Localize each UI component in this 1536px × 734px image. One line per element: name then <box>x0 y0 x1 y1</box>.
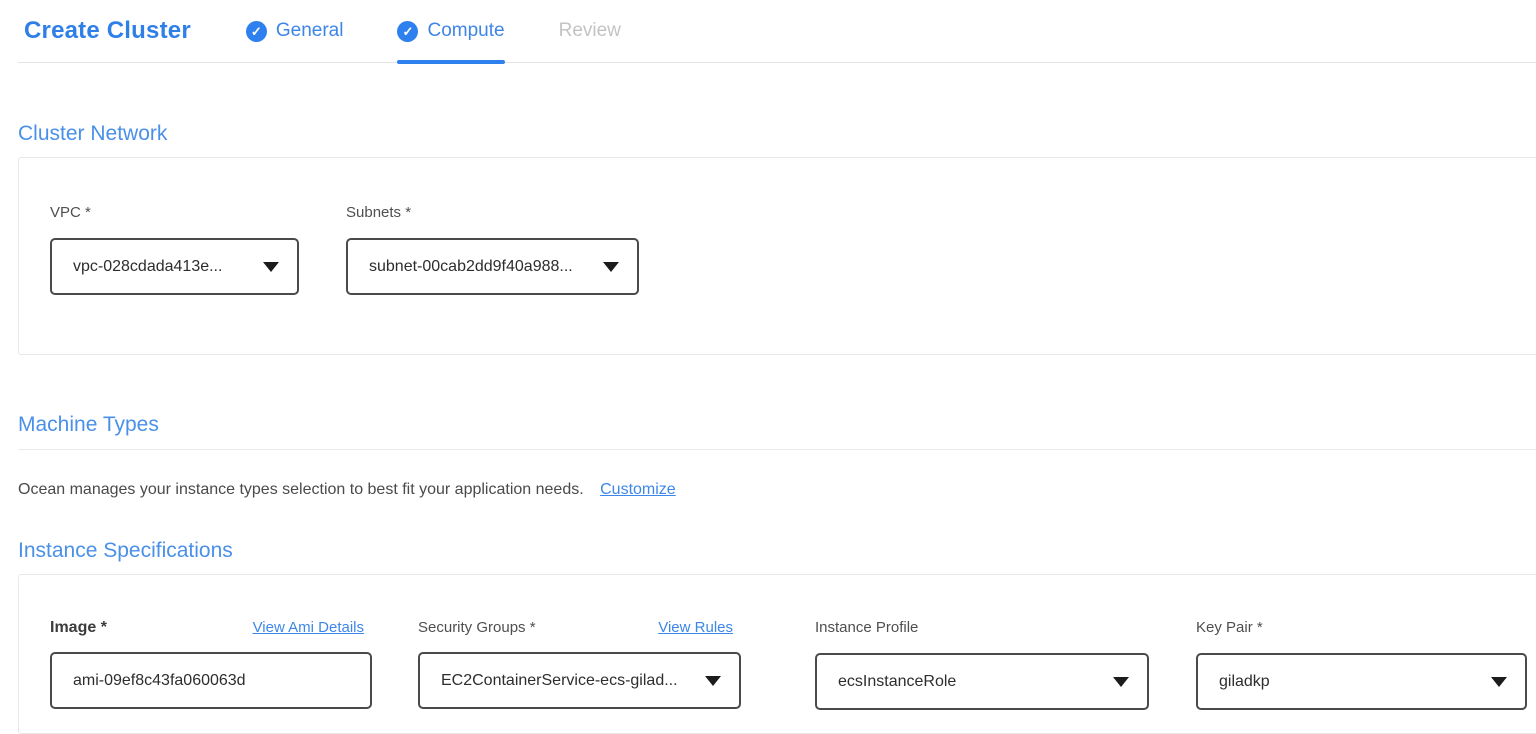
tab-review[interactable]: Review <box>559 0 621 62</box>
machine-types-description-text: Ocean manages your instance types select… <box>18 481 584 498</box>
tab-compute-label: Compute <box>427 20 504 42</box>
create-cluster-page: Create Cluster ✓ General ✓ Compute Revie… <box>0 0 1536 734</box>
subnets-select[interactable]: subnet-00cab2dd9f40a988... <box>346 238 639 295</box>
chevron-down-icon <box>1113 677 1129 687</box>
subnets-select-value: subnet-00cab2dd9f40a988... <box>369 258 573 276</box>
vpc-field: VPC * vpc-028cdada413e... <box>50 204 299 295</box>
subnets-label: Subnets * <box>346 204 639 222</box>
view-ami-details-link[interactable]: View Ami Details <box>253 619 364 637</box>
tab-general-label: General <box>276 20 344 42</box>
image-field: Image * View Ami Details <box>50 619 372 709</box>
tab-compute[interactable]: ✓ Compute <box>397 0 504 62</box>
instance-profile-field: Instance Profile ecsInstanceRole <box>815 619 1149 710</box>
instance-specifications-title: Instance Specifications <box>18 538 1536 564</box>
check-circle-icon: ✓ <box>246 21 267 42</box>
instance-specifications-card: Image * View Ami Details Security Groups… <box>18 574 1536 734</box>
key-pair-label: Key Pair * <box>1196 619 1527 637</box>
key-pair-field: Key Pair * giladkp <box>1196 619 1527 710</box>
key-pair-select-value: giladkp <box>1219 673 1270 691</box>
security-groups-label: Security Groups * <box>418 619 536 637</box>
view-rules-link[interactable]: View Rules <box>658 619 733 637</box>
check-circle-icon: ✓ <box>397 21 418 42</box>
image-label-row: Image * View Ami Details <box>50 619 372 637</box>
wizard-header: Create Cluster ✓ General ✓ Compute Revie… <box>18 0 1536 63</box>
wizard-tabs: ✓ General ✓ Compute Review <box>246 0 621 62</box>
security-groups-label-row: Security Groups * View Rules <box>418 619 741 637</box>
chevron-down-icon <box>263 262 279 272</box>
key-pair-select[interactable]: giladkp <box>1196 653 1527 710</box>
section-divider <box>18 449 1536 450</box>
tab-review-label: Review <box>559 20 621 42</box>
cluster-network-card: VPC * vpc-028cdada413e... Subnets * subn… <box>18 157 1536 355</box>
machine-types-title: Machine Types <box>18 412 1536 438</box>
chevron-down-icon <box>603 262 619 272</box>
vpc-label: VPC * <box>50 204 299 222</box>
security-groups-select-value: EC2ContainerService-ecs-gilad... <box>441 672 678 690</box>
instance-profile-label: Instance Profile <box>815 619 1149 637</box>
vpc-select[interactable]: vpc-028cdada413e... <box>50 238 299 295</box>
image-input[interactable] <box>50 652 372 709</box>
image-label: Image * <box>50 619 107 637</box>
page-title: Create Cluster <box>24 17 191 45</box>
security-groups-field: Security Groups * View Rules EC2Containe… <box>418 619 741 709</box>
customize-link[interactable]: Customize <box>600 481 676 498</box>
tab-general[interactable]: ✓ General <box>246 0 344 62</box>
security-groups-select[interactable]: EC2ContainerService-ecs-gilad... <box>418 652 741 709</box>
cluster-network-title: Cluster Network <box>18 121 1536 147</box>
chevron-down-icon <box>705 676 721 686</box>
instance-profile-select[interactable]: ecsInstanceRole <box>815 653 1149 710</box>
subnets-field: Subnets * subnet-00cab2dd9f40a988... <box>346 204 639 295</box>
vpc-select-value: vpc-028cdada413e... <box>73 258 222 276</box>
machine-types-description: Ocean manages your instance types select… <box>18 480 1536 500</box>
chevron-down-icon <box>1491 677 1507 687</box>
instance-profile-select-value: ecsInstanceRole <box>838 673 956 691</box>
